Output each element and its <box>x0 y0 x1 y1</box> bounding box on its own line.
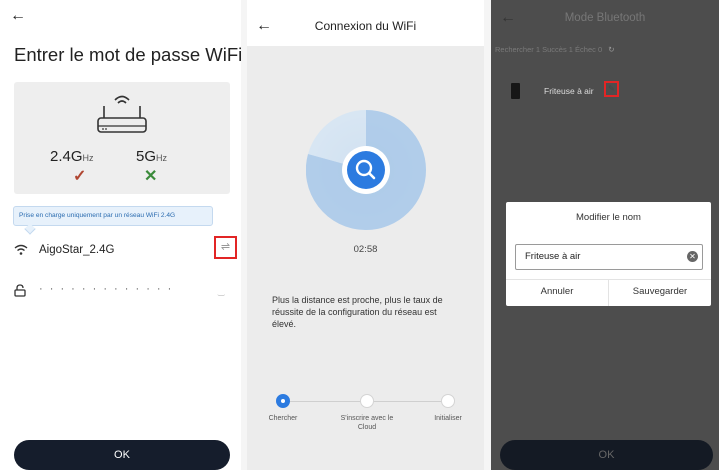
step-label: Initialiser <box>434 415 462 422</box>
eye-closed-icon[interactable]: ‿ <box>218 287 224 296</box>
band-5ghz-label: 5GHz <box>136 148 168 165</box>
air-fryer-icon <box>511 83 520 99</box>
header-bar: ← Connexion du WiFi <box>247 0 484 46</box>
countdown-timer: 02:58 <box>353 244 378 255</box>
screenshot-composite: ← Entrer le mot de passe WiFi 2.4GHz 5GH… <box>0 0 719 470</box>
step-label: S'inscrire avec le Cloud <box>340 415 394 431</box>
dialog-title: Modifier le nom <box>576 212 641 223</box>
radar-scan-icon <box>306 110 426 230</box>
clear-input-icon[interactable]: ✕ <box>687 251 698 262</box>
wifi-icon <box>14 244 28 255</box>
band-2-4ghz-label: 2.4GHz <box>50 148 94 165</box>
scan-stats: Rechercher 1 Succès 1 Échec 0 ↻ <box>495 45 615 54</box>
lock-icon <box>14 284 26 297</box>
distance-hint: Plus la distance est proche, plus le tau… <box>272 295 443 329</box>
page-title: Connexion du WiFi <box>314 19 417 33</box>
rename-dialog: Modifier le nom Friteuse à air ✕ Annuler… <box>506 202 711 306</box>
ok-button[interactable]: OK <box>500 440 713 470</box>
device-name: Friteuse à air <box>544 86 594 96</box>
refresh-icon[interactable]: ↻ <box>608 45 614 54</box>
cancel-button[interactable]: Annuler <box>506 286 608 297</box>
wifi-connecting-screen: ← Connexion du WiFi 02:58 Plus la distan… <box>247 0 484 470</box>
page-title: Mode Bluetooth <box>564 12 646 24</box>
password-field[interactable]: · · · · · · · · · · · · · ‿ <box>14 283 236 303</box>
step-search-dot <box>276 394 290 408</box>
ok-button[interactable]: OK <box>14 440 230 470</box>
cross-icon: ✕ <box>144 168 158 185</box>
bluetooth-mode-screen: ← Mode Bluetooth Rechercher 1 Succès 1 É… <box>491 0 719 470</box>
step-label: Chercher <box>268 415 298 422</box>
checkmark-icon: ✓ <box>73 168 87 185</box>
band-support-card: 2.4GHz 5GHz ✓ ✕ <box>14 82 230 194</box>
save-button[interactable]: Sauvegarder <box>609 286 711 297</box>
page-title: Entrer le mot de passe WiFi <box>14 44 241 65</box>
password-mask: · · · · · · · · · · · · · <box>39 283 174 295</box>
wifi-password-screen: ← Entrer le mot de passe WiFi 2.4GHz 5GH… <box>0 0 241 470</box>
panel-divider <box>484 0 491 470</box>
wifi-ssid-row[interactable]: AigoStar_2.4G ⇌ <box>14 236 237 262</box>
edit-pencil-icon[interactable]: ✎ <box>604 81 619 97</box>
step-cloud-dot <box>360 394 374 408</box>
switch-network-icon[interactable]: ⇌ <box>214 236 237 259</box>
tooltip-2-4g-only: Prise en charge uniquement par un réseau… <box>13 206 213 226</box>
step-init-dot <box>441 394 455 408</box>
back-arrow-icon[interactable]: ← <box>10 8 26 24</box>
name-input[interactable]: Friteuse à air ✕ <box>515 244 703 270</box>
wifi-ssid: AigoStar_2.4G <box>39 244 115 256</box>
device-list-item[interactable]: Friteuse à air ✎ <box>491 72 719 110</box>
router-icon <box>97 95 147 133</box>
